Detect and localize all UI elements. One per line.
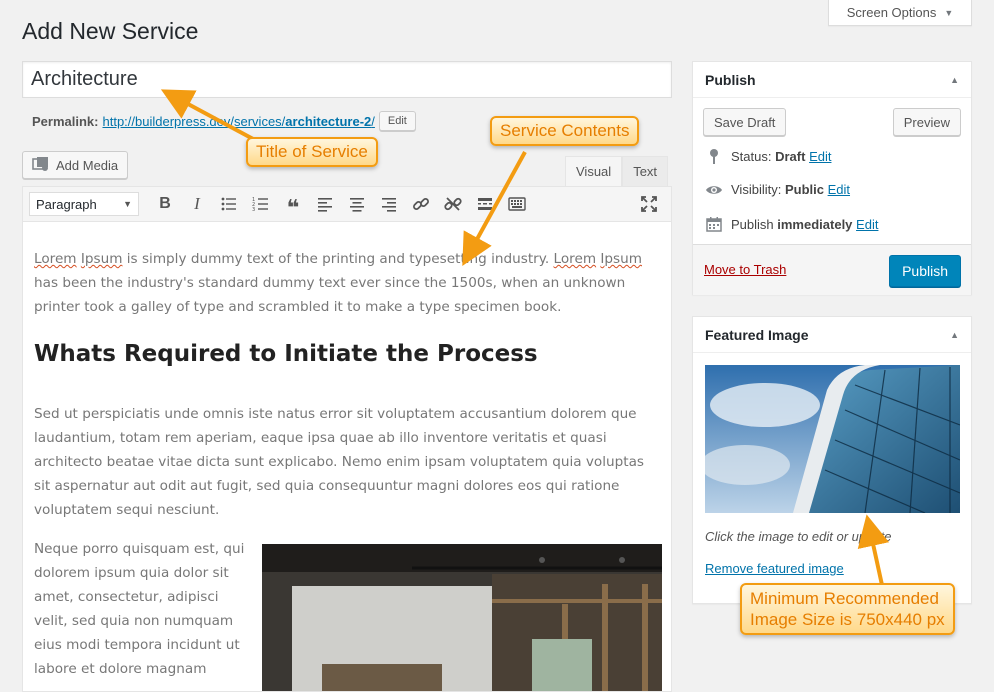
align-right-icon[interactable]	[373, 190, 405, 218]
format-select-value: Paragraph	[36, 196, 97, 212]
format-select[interactable]: Paragraph ▼	[29, 192, 139, 216]
callout-image-size-line2: Image Size is 750x440 px	[750, 610, 945, 629]
schedule-value: immediately	[777, 216, 853, 232]
callout-title-of-service: Title of Service	[246, 137, 378, 167]
callout-image-size: Minimum Recommended Image Size is 750x44…	[740, 583, 955, 635]
permalink-row: Permalink: http://builderpress.dev/servi…	[32, 111, 416, 131]
status-label: Status:	[731, 148, 772, 164]
blockquote-icon[interactable]: ❝	[277, 190, 309, 219]
screen-options-button[interactable]: Screen Options ▼	[828, 0, 972, 26]
save-draft-button[interactable]: Save Draft	[703, 108, 787, 136]
publish-box-title: Publish	[705, 71, 756, 88]
remove-featured-image-link[interactable]: Remove featured image	[705, 561, 844, 576]
featured-image-header[interactable]: Featured Image ▲	[693, 317, 971, 353]
status-row: Status: Draft Edit	[705, 148, 831, 164]
content-paragraph-3: Neque porro quisquam est, qui dolorem ip…	[34, 541, 245, 677]
italic-icon[interactable]: I	[181, 190, 213, 218]
preview-button[interactable]: Preview	[892, 108, 961, 136]
callout-image-size-line1: Minimum Recommended	[750, 589, 939, 608]
schedule-edit-link[interactable]: Edit	[856, 217, 878, 232]
content-word-2: Ipsum	[80, 251, 123, 267]
visibility-edit-link[interactable]: Edit	[828, 182, 850, 197]
eye-icon	[705, 184, 723, 196]
permalink-link[interactable]: http://builderpress.dev/services/archite…	[102, 114, 374, 129]
permalink-edit-button[interactable]: Edit	[378, 111, 416, 131]
align-center-icon[interactable]	[341, 190, 373, 218]
status-value: Draft	[775, 148, 806, 164]
page-title: Add New Service	[22, 18, 199, 44]
content-text-1: is simply dummy text of the printing and…	[122, 251, 554, 267]
visibility-value: Public	[784, 182, 824, 197]
status-edit-link[interactable]: Edit	[809, 149, 831, 164]
insert-link-icon[interactable]	[405, 190, 437, 218]
toolbar-toggle-icon[interactable]	[501, 190, 533, 218]
bold-icon[interactable]: B	[149, 190, 181, 218]
permalink-base: http://builderpress.dev/services/	[102, 113, 286, 129]
editor-tabs: Visual Text	[565, 156, 669, 186]
pin-icon	[705, 148, 723, 164]
content-word-1: Lorem	[34, 251, 77, 267]
content-word-4: Ipsum	[600, 251, 642, 267]
screen-options-label: Screen Options	[846, 5, 937, 20]
publish-button[interactable]: Publish	[889, 255, 961, 287]
permalink-slug: architecture-2	[285, 113, 372, 129]
featured-image-box: Featured Image ▲ Click the image to edit…	[692, 316, 972, 604]
editor-toolbar: Paragraph ▼ B I 123 ❝	[22, 186, 672, 222]
chevron-down-icon: ▼	[123, 199, 132, 209]
collapse-up-icon[interactable]: ▲	[950, 75, 959, 85]
content-image[interactable]	[262, 544, 662, 691]
unlink-icon[interactable]	[437, 190, 469, 218]
featured-image-thumbnail[interactable]	[705, 365, 960, 513]
align-left-icon[interactable]	[309, 190, 341, 218]
caret-down-icon: ▼	[944, 7, 954, 18]
media-icon	[32, 156, 50, 175]
post-title-input[interactable]	[22, 61, 672, 98]
featured-image-hint: Click the image to edit or update	[705, 529, 892, 544]
fullscreen-icon[interactable]	[633, 190, 665, 218]
content-paragraph-2: Sed ut perspiciatis unde omnis iste natu…	[34, 406, 644, 518]
bullet-list-icon[interactable]	[213, 190, 245, 218]
add-media-button[interactable]: Add Media	[22, 151, 129, 179]
publish-box-header[interactable]: Publish ▲	[693, 62, 971, 98]
content-heading: Whats Required to Initiate the Process	[34, 341, 538, 367]
read-more-icon[interactable]	[469, 190, 501, 218]
content-word-3: Lorem	[553, 251, 597, 267]
publish-actions: Move to Trash Publish	[693, 244, 971, 295]
tab-text[interactable]: Text	[622, 156, 669, 186]
schedule-row: Publish immediately Edit	[705, 216, 878, 232]
content-text-2: has been the industry's standard dummy t…	[34, 275, 626, 315]
numbered-list-icon[interactable]: 123	[245, 190, 277, 218]
schedule-label: Publish	[731, 216, 774, 232]
publish-box: Publish ▲ Save Draft Preview Status: Dra…	[692, 61, 972, 295]
move-to-trash-link[interactable]: Move to Trash	[704, 262, 786, 277]
collapse-up-icon[interactable]: ▲	[950, 330, 959, 340]
callout-service-contents: Service Contents	[490, 116, 640, 146]
svg-text:3: 3	[252, 207, 255, 213]
editor-content[interactable]: Lorem Ipsum is simply dummy text of the …	[22, 222, 672, 692]
add-media-label: Add Media	[56, 157, 119, 173]
permalink-label: Permalink:	[32, 113, 99, 129]
featured-image-title: Featured Image	[705, 326, 809, 343]
content-paragraph-1: Lorem Ipsum is simply dummy text of the …	[34, 247, 664, 319]
visibility-row: Visibility: Public Edit	[705, 182, 850, 197]
visibility-label: Visibility:	[731, 182, 782, 197]
permalink-trail: /	[371, 113, 375, 129]
calendar-icon	[705, 216, 723, 232]
tab-visual[interactable]: Visual	[565, 156, 623, 186]
